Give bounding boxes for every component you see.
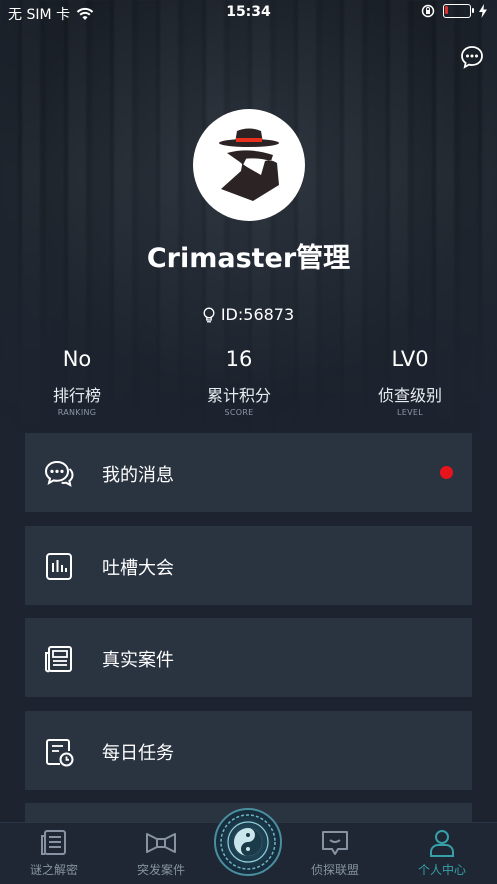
stat-sublabel: SCORE (224, 408, 254, 417)
menu-item-roast[interactable]: 吐槽大会 (25, 526, 472, 605)
message-icon (44, 460, 74, 487)
tab-alliance[interactable]: 侦探联盟 (290, 829, 380, 878)
stat-label: 侦查级别 (377, 386, 442, 405)
menu-item-label: 吐槽大会 (102, 558, 174, 579)
tab-label: 侦探联盟 (310, 863, 359, 877)
stat-ranking[interactable]: No 排行榜 RANKING (2, 344, 152, 417)
bowtie-icon (146, 833, 176, 853)
menu-item-messages[interactable]: 我的消息 (25, 433, 472, 512)
tab-label: 谜之解密 (29, 863, 78, 877)
stat-value: LV0 (391, 347, 429, 371)
chat-bubble-icon (461, 46, 483, 69)
chart-board-icon (46, 553, 72, 580)
user-id-row: ID:56873 (0, 305, 497, 324)
username: Crimaster管理 (146, 243, 351, 274)
menu-item-label: 每日任务 (102, 743, 174, 764)
center-home-button[interactable] (214, 808, 282, 876)
stat-label: 累计积分 (206, 386, 271, 405)
stat-value: 16 (225, 347, 253, 371)
menu-item-label: 真实案件 (102, 650, 174, 671)
menu-item-daily-tasks[interactable]: 每日任务 (25, 711, 472, 790)
status-bar: 无 SIM 卡 15:34 (0, 0, 497, 26)
status-right (421, 4, 487, 18)
stat-sublabel: RANKING (57, 408, 97, 417)
stat-sublabel: LEVEL (397, 408, 423, 417)
stat-level[interactable]: LV0 侦查级别 LEVEL (335, 344, 485, 417)
document-icon (41, 830, 66, 855)
stat-label: 排行榜 (52, 386, 101, 405)
newspaper-icon (45, 646, 72, 673)
charging-icon (479, 4, 487, 18)
tab-profile[interactable]: 个人中心 (397, 829, 487, 878)
tab-label: 个人中心 (417, 863, 466, 877)
menu-item-real-cases[interactable]: 真实案件 (25, 618, 472, 697)
tab-puzzle[interactable]: 谜之解密 (9, 829, 99, 878)
calendar-clock-icon (46, 739, 74, 767)
unread-badge (440, 466, 453, 479)
chat-button[interactable] (459, 44, 485, 70)
tab-emergency[interactable]: 突发案件 (116, 829, 206, 878)
stat-score[interactable]: 16 累计积分 SCORE (164, 344, 314, 417)
tab-label: 突发案件 (136, 863, 185, 877)
yin-yang-icon (220, 814, 276, 870)
lightbulb-icon (203, 307, 215, 322)
battery-icon (443, 4, 474, 18)
menu-item-label: 我的消息 (102, 465, 174, 486)
chat-box-icon (322, 831, 348, 855)
user-id-text: ID:56873 (220, 305, 295, 324)
stats-row: No 排行榜 RANKING 16 累计积分 SCORE LV0 侦查级别 LE… (0, 344, 497, 424)
person-icon (430, 830, 454, 857)
orientation-lock-icon (421, 4, 435, 18)
detective-hat-icon (219, 128, 279, 201)
stat-value: No (62, 347, 92, 371)
avatar[interactable] (193, 109, 305, 221)
